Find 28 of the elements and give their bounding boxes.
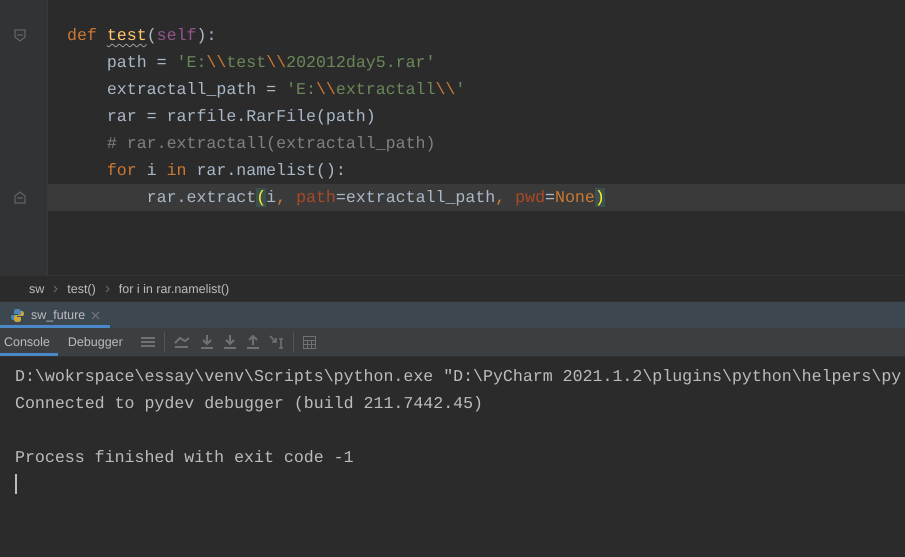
debug-tab[interactable]: Debugger: [64, 328, 131, 356]
text-cursor: [15, 474, 17, 494]
console-line: Process finished with exit code -1: [15, 448, 354, 467]
chevron-icon: [53, 284, 58, 292]
fold-icon[interactable]: [14, 29, 26, 42]
breadcrumb-item[interactable]: sw: [29, 282, 44, 296]
run-to-cursor-icon[interactable]: [268, 335, 284, 349]
code-line: # rar.extractall(extractall_path): [106, 134, 436, 153]
console-line: D:\wokrspace\essay\venv\Scripts\python.exe "D:\PyCharm 2021.1.2\plugins\python\helpers\py: [15, 367, 902, 386]
menu-icon[interactable]: [140, 336, 155, 348]
step-into-icon[interactable]: [200, 335, 214, 349]
python-icon: [10, 308, 25, 322]
calculator-icon[interactable]: [302, 336, 316, 348]
step-out-icon[interactable]: [246, 335, 260, 349]
breadcrumb-item[interactable]: test(): [67, 282, 96, 296]
step-over-icon[interactable]: [174, 335, 191, 349]
code-line: def test(self):: [67, 26, 216, 45]
step-into-icon[interactable]: [222, 335, 237, 349]
code-line: for i in rar.namelist():: [106, 161, 346, 180]
code-line: rar = rarfile.RarFile(path): [106, 107, 376, 126]
fold-icon[interactable]: [14, 191, 26, 204]
code-line: path = 'E:\\test\\202012day5.rar': [106, 53, 436, 72]
code-line: rar.extract(i, path=extractall_path, pwd=None): [146, 188, 605, 207]
chevron-icon: [104, 284, 110, 292]
breadcrumb-item[interactable]: for i in rar.namelist(): [118, 282, 230, 296]
close-icon[interactable]: [91, 310, 100, 320]
console-line: Connected to pydev debugger (build 211.7442.45): [15, 394, 484, 413]
code-line: extractall_path = 'E:\\extractall\\': [106, 80, 466, 99]
